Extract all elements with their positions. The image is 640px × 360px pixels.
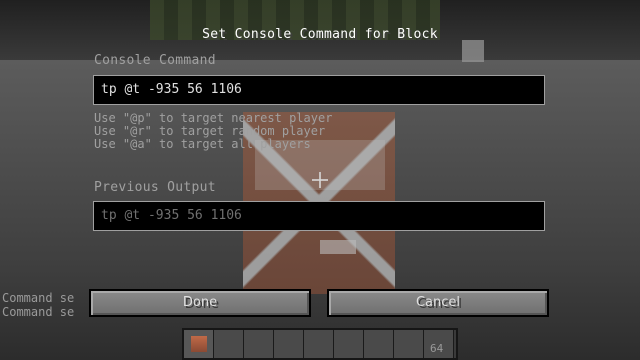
dialog-title: Set Console Command for Block (202, 27, 438, 42)
hotbar-slot-2[interactable] (214, 330, 244, 358)
hotbar-slot-6[interactable] (334, 330, 364, 358)
crosshair-icon (312, 172, 328, 188)
hotbar-slot-1[interactable] (184, 330, 214, 358)
hotbar-slot-4[interactable] (274, 330, 304, 358)
cancel-button[interactable]: Cancel (327, 289, 549, 317)
hotbar (182, 328, 458, 360)
previous-output-field: tp @t -935 56 1106 (93, 201, 545, 231)
hotbar-slot-3[interactable] (244, 330, 274, 358)
console-command-label: Console Command (94, 53, 216, 68)
chat-log: Command se Command se (2, 291, 88, 319)
hotbar-slot-5[interactable] (304, 330, 334, 358)
item-count: 64 (430, 342, 444, 355)
console-command-input[interactable]: tp @t -935 56 1106 (93, 75, 545, 105)
done-button[interactable]: Done (89, 289, 311, 317)
chat-line: Command se (2, 291, 75, 305)
hotbar-slot-7[interactable] (364, 330, 394, 358)
help-text: Use "@p" to target nearest player Use "@… (94, 112, 332, 151)
help-line-all: Use "@a" to target all players (94, 137, 311, 151)
sheep-mob (462, 40, 484, 62)
hotbar-slot-8[interactable] (394, 330, 424, 358)
command-block-icon (191, 336, 207, 352)
chat-line: Command se (2, 305, 75, 319)
previous-output-label: Previous Output (94, 180, 216, 195)
command-block-face (320, 240, 356, 254)
